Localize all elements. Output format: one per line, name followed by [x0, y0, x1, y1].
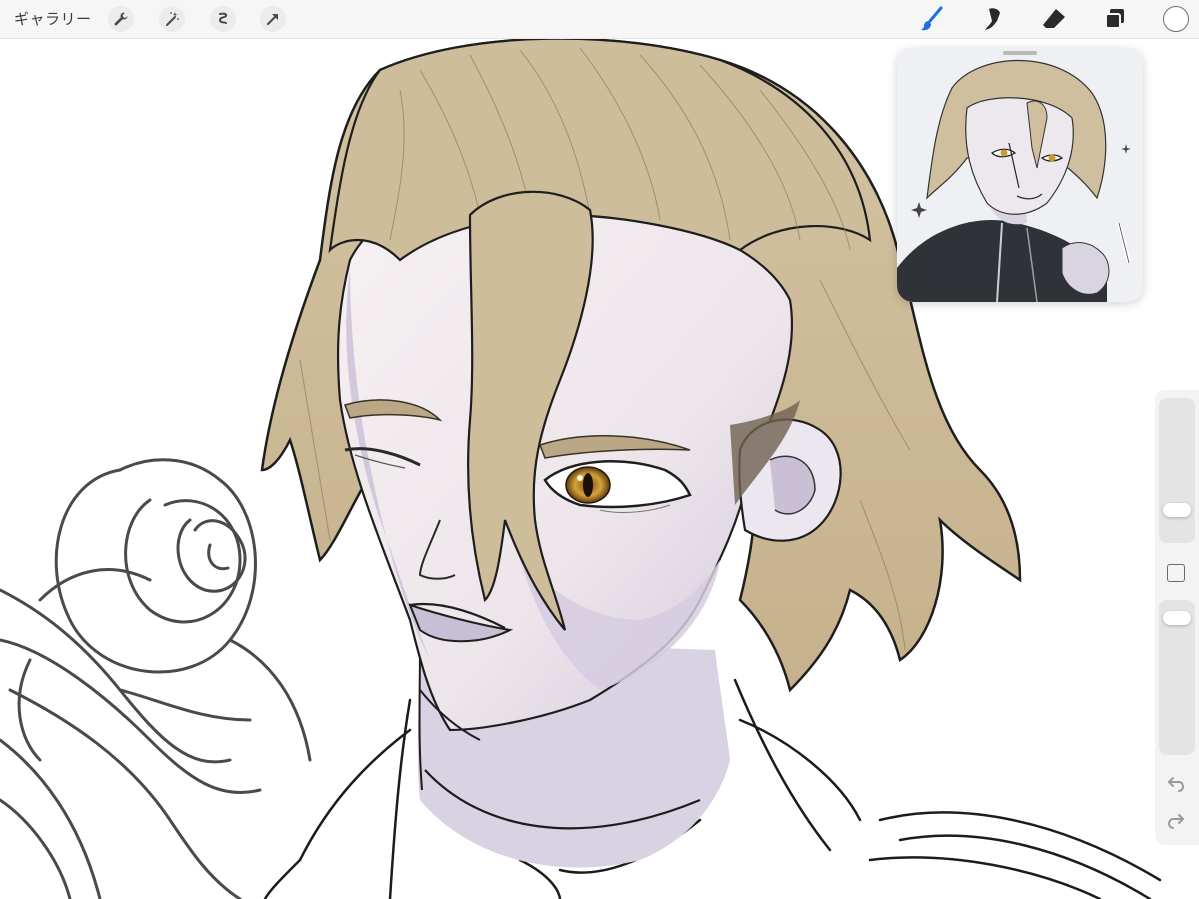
selection-icon — [218, 12, 228, 24]
selection-button[interactable] — [210, 6, 236, 32]
actions-button[interactable] — [108, 6, 134, 32]
adjustments-button[interactable] — [159, 6, 185, 32]
brush-tool[interactable] — [918, 5, 946, 33]
brush-size-thumb[interactable] — [1163, 503, 1191, 517]
eraser-tool[interactable] — [1040, 5, 1068, 33]
eraser-icon — [1043, 9, 1065, 28]
undo-icon — [1167, 777, 1185, 792]
layers-icon — [1105, 9, 1124, 29]
transform-button[interactable] — [260, 6, 286, 32]
brush-size-slider[interactable] — [1159, 398, 1195, 543]
redo-icon — [1167, 814, 1185, 829]
wrench-icon — [114, 12, 128, 26]
redo-button[interactable] — [1165, 810, 1187, 832]
rose-sketch — [0, 458, 312, 899]
opacity-thumb[interactable] — [1163, 611, 1191, 625]
transform-arrow-icon — [267, 14, 278, 25]
reference-drag-handle[interactable] — [1003, 51, 1037, 55]
gallery-button[interactable]: ギャラリー — [14, 8, 92, 29]
color-picker[interactable] — [1163, 6, 1189, 32]
magic-wand-icon — [166, 12, 179, 26]
top-toolbar: ギャラリー — [0, 0, 1199, 39]
smudge-tool[interactable] — [979, 5, 1007, 33]
reference-thumbnail — [897, 48, 1143, 302]
brush-icon — [921, 6, 943, 31]
modifier-button[interactable] — [1167, 564, 1185, 582]
reference-window[interactable] — [897, 48, 1143, 302]
opacity-slider[interactable] — [1159, 600, 1195, 755]
smudge-icon — [985, 8, 1000, 30]
layers-tool[interactable] — [1101, 5, 1129, 33]
undo-button[interactable] — [1165, 773, 1187, 795]
